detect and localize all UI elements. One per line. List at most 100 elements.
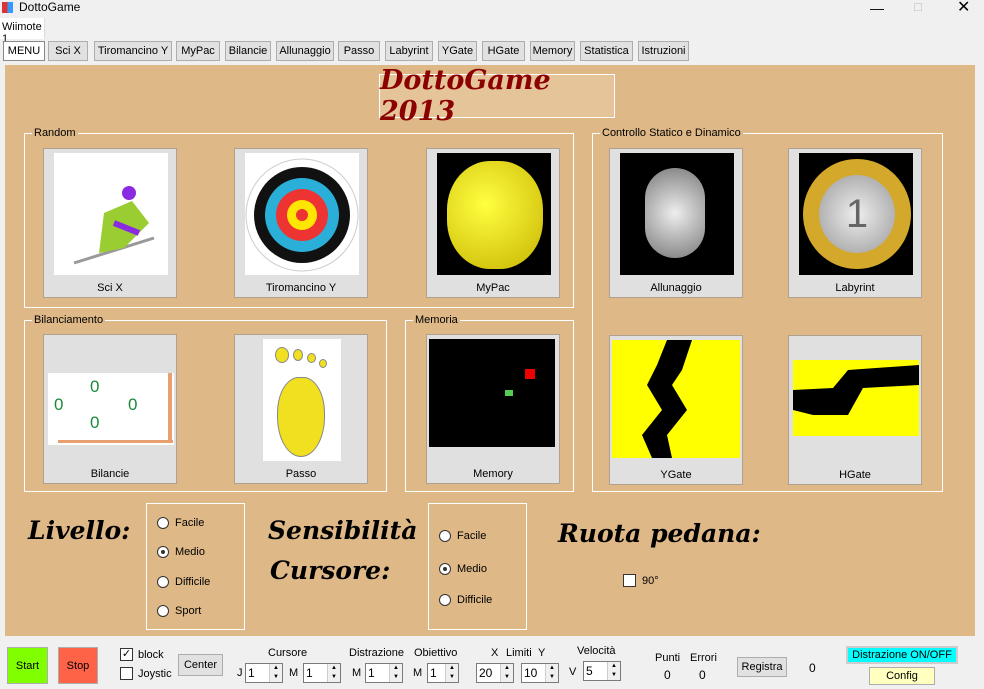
limiti-x-stepper[interactable]: 20 ▲ ▼ <box>476 663 514 683</box>
radio-button[interactable] <box>157 576 169 588</box>
stop-button[interactable]: Stop <box>58 647 98 684</box>
stepper-arrows[interactable]: ▲ ▼ <box>389 664 402 682</box>
block-checkbox[interactable]: ✓ block <box>120 648 164 661</box>
game-label: Tiromancino Y <box>265 282 337 294</box>
game-label: Memory <box>473 468 513 480</box>
obiettivo-label: Obiettivo <box>414 647 458 659</box>
nav-statistica-button[interactable]: Statistica <box>580 41 633 61</box>
checkbox-label: Joystic <box>138 667 172 680</box>
game-mypac[interactable]: MyPac <box>426 148 560 298</box>
radio-button[interactable] <box>439 594 451 606</box>
game-label: YGate <box>660 469 692 481</box>
velocita-label: Velocità <box>577 645 616 657</box>
nav-istruzioni-button[interactable]: Istruzioni <box>638 41 689 61</box>
game-ygate[interactable]: YGate <box>609 335 743 485</box>
nav-hgate-button[interactable]: HGate <box>482 41 525 61</box>
checkbox-90[interactable]: 90° <box>623 574 659 587</box>
limiti-label: Limiti <box>506 647 532 659</box>
game-memory[interactable]: Memory <box>426 334 560 484</box>
value: 10 <box>524 666 538 680</box>
radio-label: Difficile <box>175 576 211 588</box>
punti-value: 0 <box>664 668 671 682</box>
game-allunaggio[interactable]: Allunaggio <box>609 148 743 298</box>
radio-livello-difficile[interactable]: Difficile <box>157 576 210 588</box>
game-tiromancino[interactable]: Tiromancino Y <box>234 148 368 298</box>
radio-button[interactable] <box>157 517 169 529</box>
stepper-arrows[interactable]: ▲ ▼ <box>327 664 340 682</box>
checkbox[interactable]: ✓ <box>120 648 133 661</box>
checkbox-label: 90° <box>642 574 659 587</box>
radio-button[interactable] <box>439 530 451 542</box>
radio-label: Facile <box>457 530 487 542</box>
radio-livello-sport[interactable]: Sport <box>157 605 201 617</box>
radio-button[interactable] <box>157 546 169 558</box>
value: 1 <box>306 666 313 680</box>
game-passo[interactable]: Passo <box>234 334 368 484</box>
obiettivo-m-stepper[interactable]: 1 ▲ ▼ <box>427 663 459 683</box>
radio-sensibilita-medio[interactable]: Medio <box>439 563 487 575</box>
checkbox[interactable] <box>120 667 133 680</box>
nav-ygate-button[interactable]: YGate <box>438 41 477 61</box>
x-label: X <box>491 647 499 659</box>
stepper-arrows[interactable]: ▲ ▼ <box>500 664 513 682</box>
minimize-button[interactable]: — <box>870 0 884 16</box>
game-label: Labyrint <box>835 282 875 294</box>
game-scix[interactable]: Sci X <box>43 148 177 298</box>
hgate-image <box>793 360 919 436</box>
astronaut-image <box>620 153 734 275</box>
close-button[interactable]: ✕ <box>957 0 970 17</box>
velocita-stepper[interactable]: 5 ▲ ▼ <box>583 661 621 681</box>
stepper-arrows[interactable]: ▲ ▼ <box>269 664 282 682</box>
joystic-checkbox[interactable]: Joystic <box>120 667 172 680</box>
v-label: V <box>569 666 577 678</box>
nav-labyrint-button[interactable]: Labyrint <box>385 41 433 61</box>
nav-menu-button[interactable]: MENU <box>3 41 45 61</box>
radio-sensibilita-facile[interactable]: Facile <box>439 530 486 542</box>
cursore-label: Cursore: <box>270 556 391 585</box>
errori-label: Errori <box>690 652 717 664</box>
value: 1 <box>430 666 437 680</box>
game-labyrint[interactable]: 1 Labyrint <box>788 148 922 298</box>
footprint-image <box>263 339 341 461</box>
limiti-y-stepper[interactable]: 10 ▲ ▼ <box>521 663 559 683</box>
config-button[interactable]: Config <box>869 667 935 685</box>
memory-image <box>429 339 555 447</box>
game-label: Passo <box>285 468 317 480</box>
stepper-arrows[interactable]: ▲ ▼ <box>545 664 558 682</box>
radio-label: Sport <box>175 605 202 617</box>
punti-label: Punti <box>655 652 681 664</box>
nav-mypac-button[interactable]: MyPac <box>176 41 220 61</box>
nav-sci-x-button[interactable]: Sci X <box>48 41 88 61</box>
game-bilancie[interactable]: 0 0 0 0 Bilancie <box>43 334 177 484</box>
nav-allunaggio-button[interactable]: Allunaggio <box>276 41 334 61</box>
stepper-arrows[interactable]: ▲ ▼ <box>607 662 620 680</box>
game-hgate[interactable]: HGate <box>788 335 922 485</box>
distrazione-toggle-button[interactable]: Distrazione ON/OFF <box>846 646 958 664</box>
checkbox[interactable] <box>623 574 636 587</box>
radio-button[interactable] <box>439 563 451 575</box>
radio-sensibilita-difficile[interactable]: Difficile <box>439 594 492 606</box>
radio-button[interactable] <box>157 605 169 617</box>
stepper-arrows[interactable]: ▲ ▼ <box>445 664 458 682</box>
nav-memory-button[interactable]: Memory <box>530 41 575 61</box>
cursore-j-stepper[interactable]: 1 ▲ ▼ <box>245 663 283 683</box>
radio-livello-medio[interactable]: Medio <box>157 546 205 558</box>
group-label: Random <box>32 127 78 139</box>
distrazione-m-stepper[interactable]: 1 ▲ ▼ <box>365 663 403 683</box>
center-button[interactable]: Center <box>178 654 223 676</box>
target-image <box>245 153 359 275</box>
radio-livello-facile[interactable]: Facile <box>157 517 204 529</box>
value: 5 <box>586 664 593 678</box>
banner: DottoGame 2013 <box>379 65 615 127</box>
value: 20 <box>479 666 493 680</box>
distrazione-label: Distrazione <box>349 647 405 659</box>
registra-value: 0 <box>809 661 816 675</box>
cursore-m-stepper[interactable]: 1 ▲ ▼ <box>303 663 341 683</box>
registra-button[interactable]: Registra <box>737 657 787 677</box>
maximize-button[interactable]: □ <box>914 0 922 14</box>
nav-tiromancino-y-button[interactable]: Tiromancino Y <box>94 41 172 61</box>
nav-bilancie-button[interactable]: Bilancie <box>225 41 271 61</box>
start-button[interactable]: Start <box>7 647 48 684</box>
nav-passo-button[interactable]: Passo <box>338 41 380 61</box>
tab-wiimote-1[interactable]: Wiimote 1 <box>0 18 45 45</box>
